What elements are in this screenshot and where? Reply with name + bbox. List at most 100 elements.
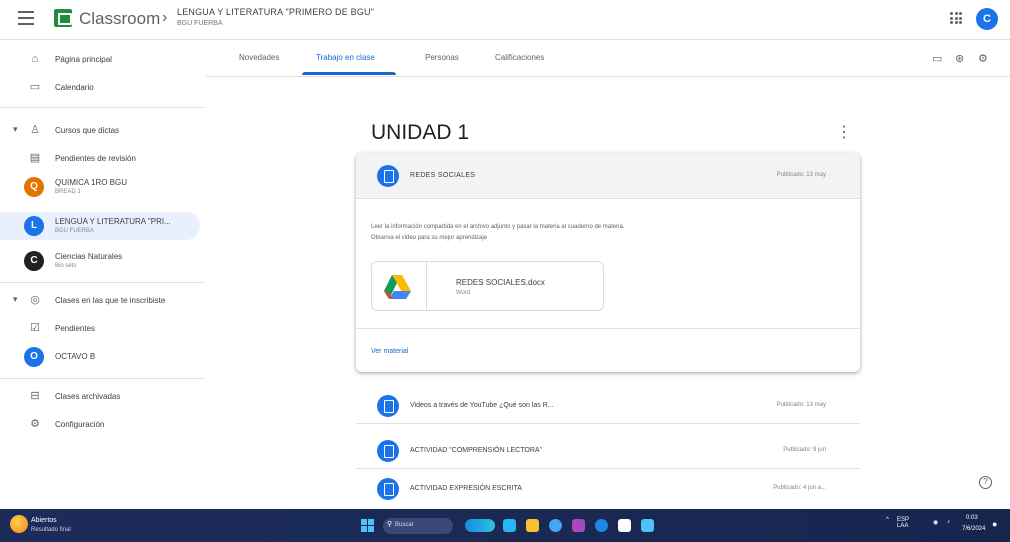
tab-stream[interactable]: Novedades bbox=[239, 53, 279, 62]
keyboard-language[interactable]: ESP LAA bbox=[897, 517, 913, 529]
sidebar-item-label: Pendientes de revisión bbox=[55, 154, 136, 163]
weather-icon[interactable] bbox=[10, 515, 28, 533]
class-name: OCTAVO B bbox=[55, 352, 96, 361]
classwork-item-title: ACTIVIDAD EXPRESIÓN ESCRITA bbox=[410, 485, 522, 492]
account-avatar[interactable]: C bbox=[976, 8, 998, 30]
class-section: BGU FUERBA bbox=[55, 228, 95, 234]
sidebar-item-label: Clases en las que te inscribiste bbox=[55, 296, 166, 305]
class-avatar: L bbox=[24, 216, 44, 236]
classwork-item-date: Publicado: 4 jun a... bbox=[773, 485, 826, 491]
folder-icon: ▤ bbox=[29, 152, 41, 164]
sidebar-class-ciencias[interactable]: C Ciencias Naturales Bio sets bbox=[0, 247, 200, 275]
sidebar: ⌂ Página principal ▭ Calendario ▾ ♙ Curs… bbox=[0, 41, 205, 509]
clock-date[interactable]: 7/6/2024 bbox=[962, 526, 985, 532]
attachment-type: Word bbox=[456, 290, 471, 296]
sidebar-item-label: Clases archivadas bbox=[55, 392, 121, 401]
course-title[interactable]: LENGUA Y LITERATURA "PRIMERO DE BGU" bbox=[177, 7, 374, 17]
chevron-up-icon[interactable]: ^ bbox=[886, 517, 889, 523]
material-title: REDES SOCIALES bbox=[410, 172, 476, 179]
class-name: Ciencias Naturales bbox=[55, 252, 123, 261]
class-name: LENGUA Y LITERATURA "PRI... bbox=[55, 217, 171, 226]
calendar-icon: ▭ bbox=[29, 81, 41, 93]
topic-more-options-icon[interactable]: ⋮ bbox=[836, 122, 852, 142]
sidebar-item-settings[interactable]: ⚙ Configuración bbox=[0, 411, 200, 439]
people-icon: ♙ bbox=[30, 124, 40, 136]
widget-title[interactable]: Abiertos bbox=[31, 517, 57, 524]
sidebar-divider bbox=[0, 282, 205, 283]
help-icon[interactable]: ? bbox=[979, 476, 992, 489]
todo-icon: ☑ bbox=[30, 322, 40, 334]
windows-start-icon[interactable] bbox=[361, 519, 374, 532]
assignment-icon bbox=[377, 440, 399, 462]
sidebar-divider bbox=[0, 378, 205, 379]
sidebar-item-to-review[interactable]: ▤ Pendientes de revisión bbox=[0, 145, 200, 173]
assignment-icon bbox=[377, 478, 399, 500]
tab-classwork[interactable]: Trabajo en clase bbox=[316, 53, 375, 62]
sidebar-divider bbox=[0, 107, 205, 108]
main-menu-icon[interactable] bbox=[18, 11, 34, 25]
school-icon: ◎ bbox=[30, 294, 40, 306]
sidebar-class-octavo[interactable]: O OCTAVO B bbox=[0, 343, 200, 371]
attachment-card[interactable]: REDES SOCIALES.docx Word bbox=[371, 261, 604, 311]
class-name: QUIMICA 1RO BGU bbox=[55, 178, 128, 187]
class-avatar: O bbox=[24, 347, 44, 367]
google-drive-icon bbox=[384, 275, 411, 299]
material-card-header[interactable]: REDES SOCIALES Publicado: 13 may bbox=[356, 153, 860, 199]
sidebar-item-label: Pendientes bbox=[55, 324, 96, 333]
widget-subtitle: Resultado final bbox=[31, 527, 71, 533]
notifications-icon[interactable]: ● bbox=[992, 519, 997, 529]
volume-icon[interactable]: ♪ bbox=[947, 519, 950, 525]
drive-file-thumbnail bbox=[372, 262, 427, 310]
sidebar-item-home[interactable]: ⌂ Página principal bbox=[0, 46, 200, 74]
classwork-item[interactable]: ACTIVIDAD "COMPRENSIÓN LECTORA" Publicad… bbox=[356, 433, 860, 469]
widgets-app-icon[interactable] bbox=[465, 519, 495, 532]
class-avatar: C bbox=[24, 251, 44, 271]
search-placeholder: Buscar bbox=[395, 522, 414, 528]
sidebar-class-lengua[interactable]: L LENGUA Y LITERATURA "PRI... BGU FUERBA bbox=[0, 212, 200, 240]
class-section: BREAD 1 bbox=[55, 189, 81, 195]
store-icon[interactable] bbox=[618, 519, 631, 532]
sidebar-item-label: Página principal bbox=[55, 55, 112, 64]
tab-people[interactable]: Personas bbox=[425, 53, 459, 62]
topic-title: UNIDAD 1 bbox=[371, 121, 470, 144]
brand-name[interactable]: Classroom bbox=[79, 9, 160, 29]
tab-grades[interactable]: Calificaciones bbox=[495, 53, 544, 62]
task-view-icon[interactable] bbox=[503, 519, 516, 532]
app-icon[interactable] bbox=[641, 519, 654, 532]
drive-folder-icon[interactable]: ⊛ bbox=[955, 52, 964, 65]
class-settings-icon[interactable]: ⚙ bbox=[978, 52, 988, 65]
chrome-icon[interactable] bbox=[595, 519, 608, 532]
classroom-logo-icon[interactable] bbox=[54, 9, 72, 27]
class-avatar: Q bbox=[24, 177, 44, 197]
classwork-item-title: ACTIVIDAD "COMPRENSIÓN LECTORA" bbox=[410, 447, 543, 454]
taskbar-search[interactable]: ⚲ Buscar bbox=[383, 518, 453, 534]
google-apps-icon[interactable] bbox=[950, 12, 962, 24]
sidebar-class-quimica[interactable]: Q QUIMICA 1RO BGU BREAD 1 bbox=[0, 173, 200, 201]
expand-caret-icon[interactable]: ▾ bbox=[13, 294, 18, 305]
classwork-item[interactable]: ACTIVIDAD EXPRESIÓN ESCRITA Publicado: 4… bbox=[356, 471, 860, 507]
view-material-link[interactable]: Ver material bbox=[371, 348, 408, 355]
material-icon bbox=[377, 395, 399, 417]
course-section: BGU FUERBA bbox=[177, 20, 223, 27]
sidebar-item-todo[interactable]: ☑ Pendientes bbox=[0, 315, 200, 343]
sidebar-item-teaching[interactable]: ▾ ♙ Cursos que dictas bbox=[0, 117, 200, 145]
search-icon: ⚲ bbox=[387, 521, 393, 528]
class-section: Bio sets bbox=[55, 263, 77, 269]
classwork-item[interactable]: Videos a través de YouTube ¿Qué son las … bbox=[356, 388, 860, 424]
classwork-item-date: Publicado: 13 may bbox=[776, 402, 826, 408]
teams-icon[interactable] bbox=[572, 519, 585, 532]
classwork-item-title: Videos a través de YouTube ¿Qué son las … bbox=[410, 402, 554, 409]
sidebar-item-enrolled[interactable]: ▾ ◎ Clases en las que te inscribiste bbox=[0, 287, 200, 315]
edge-browser-icon[interactable] bbox=[549, 519, 562, 532]
active-tab-indicator bbox=[302, 72, 396, 75]
sidebar-item-calendar[interactable]: ▭ Calendario bbox=[0, 74, 200, 102]
clock-time[interactable]: 0:03 bbox=[966, 515, 978, 521]
expand-caret-icon[interactable]: ▾ bbox=[13, 124, 18, 135]
sidebar-item-label: Calendario bbox=[55, 83, 94, 92]
network-icon[interactable]: ◉ bbox=[933, 519, 938, 526]
material-description: Observa el video para su mejor aprendiza… bbox=[371, 235, 488, 241]
sidebar-item-archived[interactable]: ⊟ Clases archivadas bbox=[0, 383, 200, 411]
expanded-material-card: REDES SOCIALES Publicado: 13 may Leer la… bbox=[356, 153, 860, 372]
file-explorer-icon[interactable] bbox=[526, 519, 539, 532]
calendar-view-icon[interactable]: ▭ bbox=[932, 52, 942, 65]
